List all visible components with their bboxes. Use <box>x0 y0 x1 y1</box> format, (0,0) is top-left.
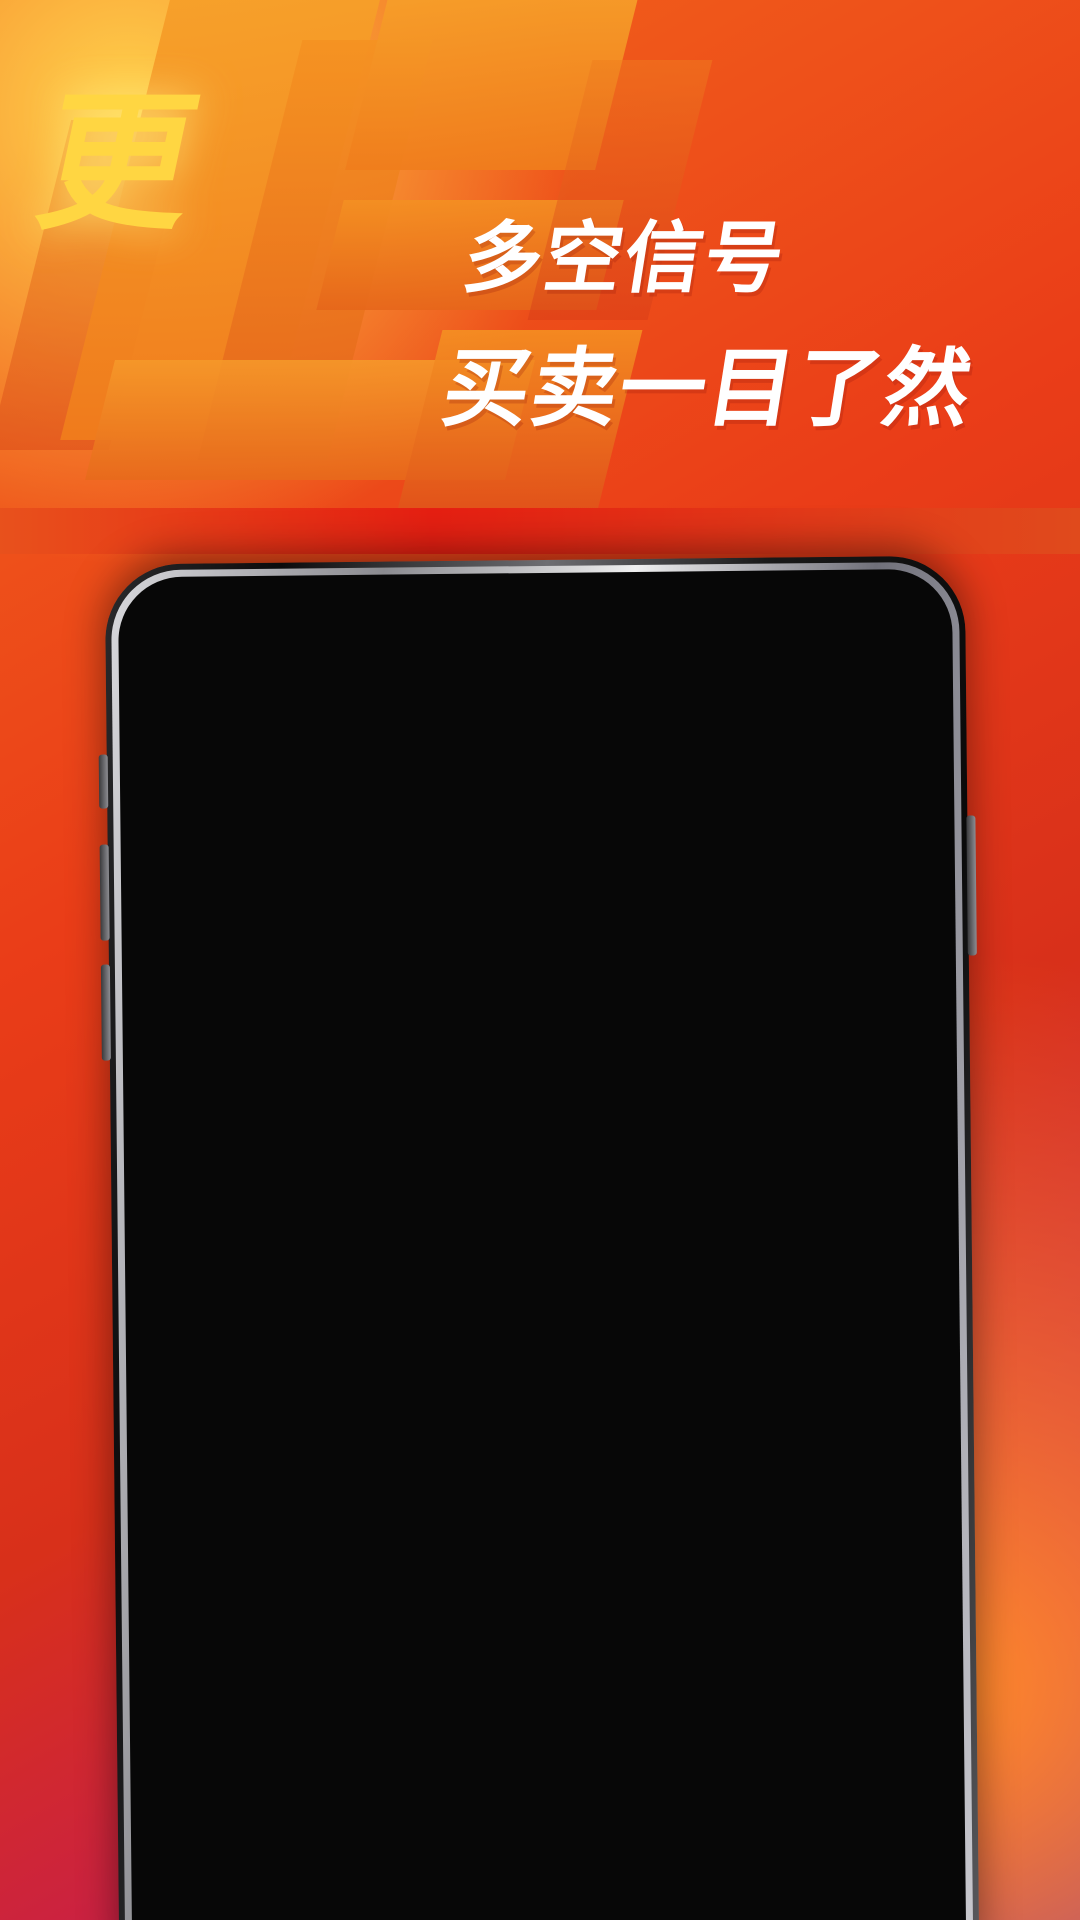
dk-tips-subtitle: 明日操作提示 <box>328 1622 486 1655</box>
network-type-label: 4G <box>789 610 830 644</box>
dk-tip-line: 如果明日收盘价小于10.38，并且明日成交量超过1587027.9手，将出现K点… <box>191 1729 827 1786</box>
list-settings-icon[interactable] <box>736 683 815 736</box>
trade-status-label: 交易中 <box>405 721 479 750</box>
chart-svg: K K D D D 11.78 7.45 <box>176 1218 910 1547</box>
gear-icon[interactable] <box>827 994 906 1057</box>
headline-line-2: 买卖一目了然 <box>436 339 980 439</box>
turnover-value: 3.16% <box>599 920 704 957</box>
price-change-percent: +1.46% <box>327 900 453 939</box>
current-price: 9.06 <box>173 791 327 866</box>
triangle-left-icon[interactable] <box>250 701 267 728</box>
tab-yuek[interactable]: 月K <box>603 995 711 1060</box>
svg-text:K: K <box>415 1218 427 1238</box>
svg-text:D: D <box>303 1403 316 1423</box>
stock-title[interactable]: 交易中 <box>272 672 709 753</box>
svg-text:D: D <box>681 1527 694 1547</box>
tab-dongtai[interactable]: 动态 <box>186 1880 368 1920</box>
y-tick-1: 10.34 <box>180 1276 250 1305</box>
dk-tips-panel[interactable]: DK提示 明日操作提示 如果明日收盘价小于10.14，并且明日成交量超过7773… <box>179 1598 914 1786</box>
low-label: 低 <box>475 904 506 940</box>
content-tabs: 动态 资讯 简况 财务 <box>146 1852 951 1920</box>
svg-text:K: K <box>389 1235 401 1255</box>
tab-fenzhong-label: 分钟 <box>724 1001 791 1042</box>
low-value: 8.98 <box>510 903 585 940</box>
tab-caiwu[interactable]: 财务 <box>729 1874 911 1920</box>
bg-red-band <box>0 508 1080 554</box>
stock-code-masked <box>484 720 576 744</box>
y-tick-2: 8.89 <box>181 1432 236 1461</box>
dk-tips-header: DK提示 明日操作提示 <box>181 1608 911 1661</box>
chart-period-tabs: 分时 五日 日K 周K 月K 分钟 <box>137 973 942 1065</box>
open-value: 8.97 <box>633 810 708 847</box>
dk-tip-line: 如果明日收盘价小于10.14，并且明日成交量超过777319.8手，将出现K点。 <box>191 1655 826 1733</box>
status-bar: 13:54 4G <box>133 584 938 664</box>
chart-toolbar: 筹码分布 DK点 <box>138 1057 943 1136</box>
chevron-left-icon[interactable]: ❮ <box>174 689 245 740</box>
tab-fenzhong[interactable]: 分钟 <box>711 994 819 1059</box>
turnover-label: 换 <box>599 885 630 921</box>
high-label: 高 <box>474 812 505 848</box>
stock-name-masked <box>382 672 598 712</box>
phone-volume-up-button <box>99 844 110 941</box>
phone-mockup: 13:54 4G ❮ 交易中 9.06 高 9.08 开 8.97 金额 1.4… <box>98 555 980 1920</box>
phone-mute-switch <box>98 754 109 809</box>
candlestick-chart[interactable]: K K D D D 11.78 7.45 11.78 10.34 8.89 7.… <box>174 1128 912 1606</box>
chart-start-date: 2019/04/01 <box>183 1796 334 1828</box>
chart-end-date: 2019/06/28 <box>761 1790 912 1822</box>
section-divider <box>146 1837 951 1861</box>
status-bar-indicators: 4G <box>748 610 892 644</box>
tab-zhouk[interactable]: 周K <box>496 996 604 1061</box>
status-bar-time: 13:54 <box>185 612 297 654</box>
chart-date-range: 2019/04/01 2019/06/28 <box>181 1778 914 1846</box>
y-tick-0: 11.78 <box>178 1142 248 1171</box>
chart-high-label: 11.78 <box>740 1223 787 1245</box>
price-change: +0.13 <box>174 902 270 940</box>
quote-panel: 9.06 高 9.08 开 8.97 金额 1.45亿 +0.13 +1.46%… <box>134 759 942 982</box>
tab-wuri[interactable]: 五日 <box>281 999 389 1064</box>
poster-headline: 多空信号 买卖一目了然 <box>435 196 1054 443</box>
triangle-right-icon[interactable] <box>714 696 731 723</box>
phone-power-button <box>966 815 977 956</box>
marketcap-value: 455.32亿 <box>735 922 882 959</box>
chevron-down-icon <box>794 1021 806 1033</box>
open-label: 开 <box>598 811 629 847</box>
signal-bars-icon <box>748 615 778 640</box>
tab-zixun[interactable]: 资讯 <box>367 1878 549 1920</box>
expand-icon[interactable] <box>834 1501 898 1564</box>
search-icon[interactable] <box>820 682 899 735</box>
tab-rik[interactable]: 日K <box>388 997 496 1062</box>
tab-jiankuang[interactable]: 简况 <box>548 1876 730 1920</box>
chart-low-label: 7.45 <box>477 1516 515 1538</box>
phone-volume-down-button <box>100 964 111 1061</box>
dk-tips-badge: DK提示 <box>184 1614 295 1661</box>
marketcap-label: 市值 <box>734 879 796 915</box>
play-triangle-icon <box>303 1625 320 1649</box>
battery-icon <box>841 613 892 640</box>
stock-status-row: 交易中 <box>405 714 576 751</box>
tab-fenshi[interactable]: 分时 <box>173 1000 281 1065</box>
phone-screen: 13:54 4G ❮ 交易中 9.06 高 9.08 开 8.97 金额 1.4… <box>132 583 952 1920</box>
amount-value: 1.45亿 <box>734 786 874 867</box>
headline-line-1: 多空信号 <box>457 214 792 304</box>
chips-distribution-button[interactable]: 筹码分布 <box>652 1058 793 1117</box>
high-value: 9.08 <box>509 811 584 848</box>
dk-point-button[interactable]: DK点 <box>806 1057 907 1116</box>
svg-text:D: D <box>224 1419 237 1439</box>
amount-label: 金额 <box>733 787 795 823</box>
divider <box>822 998 824 1039</box>
navigation-bar: ❮ 交易中 <box>133 655 939 769</box>
y-tick-3: 7.45 <box>183 1568 237 1597</box>
